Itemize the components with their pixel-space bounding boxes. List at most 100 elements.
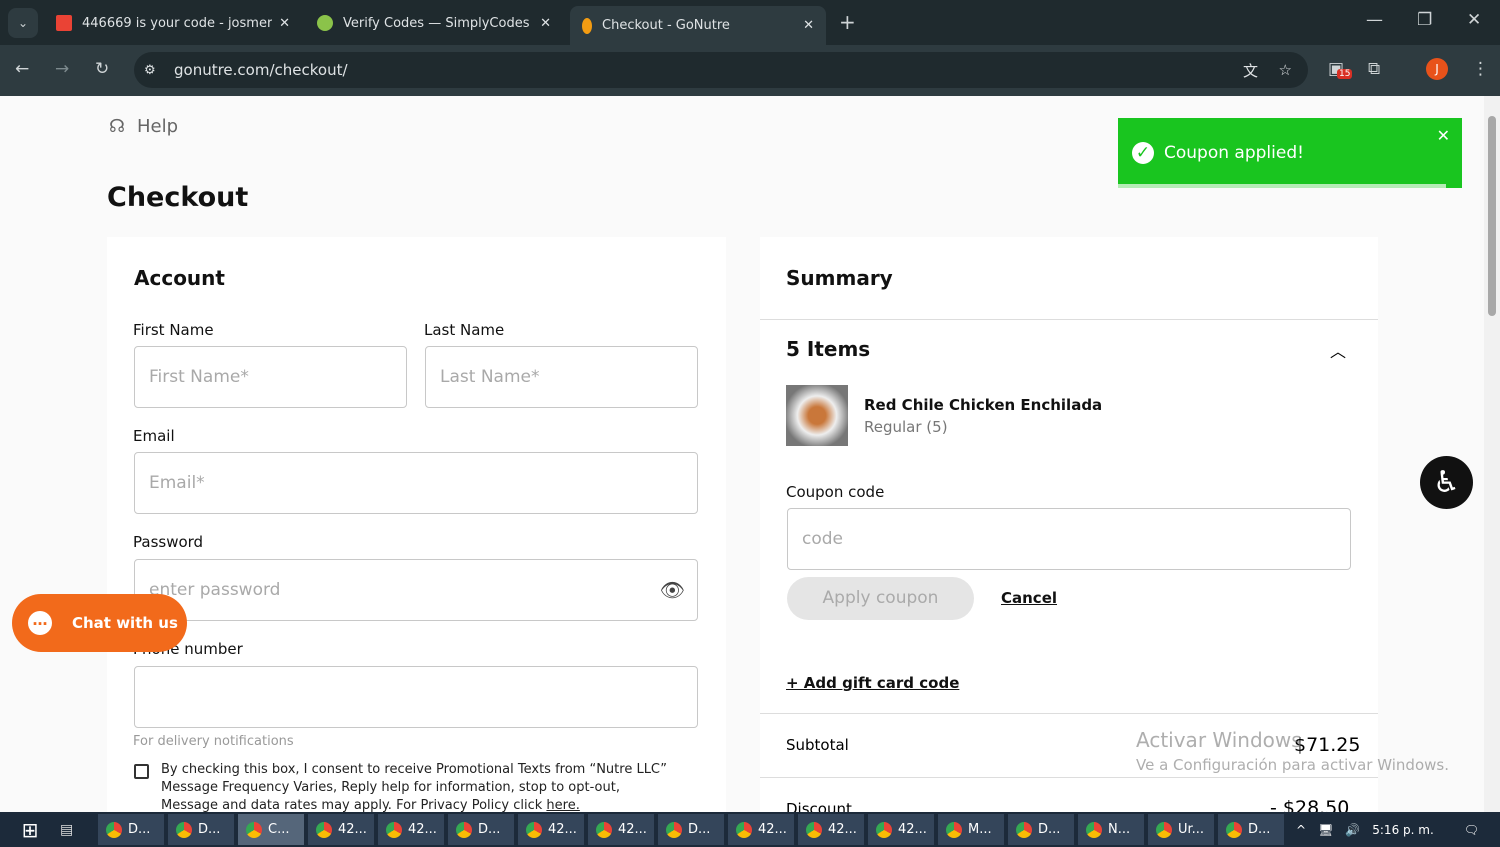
profile-avatar[interactable]: J [1426, 58, 1448, 80]
chevron-up-icon[interactable]: ︿ [1330, 338, 1346, 362]
chat-bubble-icon: … [28, 611, 52, 635]
site-info-icon[interactable]: ⚙ [144, 63, 156, 78]
taskbar-pinned-icon[interactable]: ▤ [60, 822, 98, 838]
close-tab-icon[interactable]: ✕ [803, 18, 814, 33]
page-title: Checkout [107, 182, 249, 213]
toast-progress [1118, 184, 1446, 188]
scrollbar-thumb[interactable] [1488, 116, 1496, 316]
eye-icon[interactable]: 👁 [660, 578, 685, 602]
start-button[interactable]: ⊞ [0, 818, 60, 842]
email-label: Email [133, 427, 175, 445]
app-icon [736, 821, 752, 838]
taskbar-app[interactable]: D... [658, 814, 724, 845]
help-link[interactable]: ☊ Help [109, 116, 178, 137]
taskbar-app[interactable]: D... [1218, 814, 1284, 845]
system-tray: ^ 🖥 🔊 5:16 p. m. 🗨 [1296, 823, 1479, 837]
divider [760, 777, 1378, 778]
translate-icon[interactable]: 文 [1243, 60, 1258, 81]
last-name-label: Last Name [424, 321, 505, 339]
close-toast-icon[interactable]: ✕ [1437, 126, 1450, 145]
app-icon [176, 821, 192, 838]
coupon-toast: ✓ Coupon applied! ✕ [1118, 118, 1462, 188]
new-tab-button[interactable]: + [839, 10, 856, 34]
summary-heading: Summary [786, 266, 893, 290]
taskbar-app[interactable]: 42... [868, 814, 934, 845]
tab-search-button[interactable]: ⌄ [8, 8, 38, 38]
taskbar-app[interactable]: 42... [518, 814, 584, 845]
tray-chevron-icon[interactable]: ^ [1296, 823, 1306, 837]
forward-button[interactable]: → [55, 59, 69, 79]
restore-button[interactable]: ❐ [1417, 10, 1432, 30]
taskbar-app[interactable]: 42... [728, 814, 794, 845]
divider [760, 713, 1378, 714]
bookmark-star-icon[interactable]: ☆ [1279, 61, 1292, 79]
page-scrollbar[interactable] [1484, 96, 1500, 812]
product-image [786, 385, 848, 446]
taskbar-app[interactable]: 42... [308, 814, 374, 845]
account-heading: Account [134, 266, 225, 290]
network-icon[interactable]: 🖥 [1318, 823, 1333, 837]
coupon-input[interactable]: code [787, 508, 1351, 570]
app-icon [946, 821, 962, 838]
simplycodes-icon [317, 15, 333, 31]
minimize-button[interactable]: — [1366, 10, 1383, 30]
close-tab-icon[interactable]: ✕ [279, 16, 290, 31]
app-icon [316, 821, 332, 838]
taskbar-app[interactable]: D... [448, 814, 514, 845]
last-name-input[interactable]: Last Name* [425, 346, 698, 408]
password-input[interactable]: enter password 👁 [134, 559, 698, 621]
close-window-button[interactable]: ✕ [1467, 10, 1481, 30]
taskbar-app[interactable]: Ur... [1148, 814, 1214, 845]
cancel-link[interactable]: Cancel [1001, 589, 1057, 607]
app-icon [1156, 821, 1172, 838]
menu-icon[interactable]: ⋮ [1472, 59, 1489, 79]
consent-checkbox[interactable] [134, 764, 149, 779]
headset-icon: ☊ [109, 116, 125, 137]
coupon-label: Coupon code [786, 483, 885, 501]
tab-gmail[interactable]: 446669 is your code - josmerlos ✕ [44, 6, 302, 40]
taskbar-app[interactable]: 42... [588, 814, 654, 845]
taskbar-app[interactable]: D... [1008, 814, 1074, 845]
consent-text: By checking this box, I consent to recei… [161, 762, 667, 813]
tab-bar: ⌄ 446669 is your code - josmerlos ✕ Verif… [0, 0, 1500, 45]
app-icon [106, 821, 122, 838]
clock[interactable]: 5:16 p. m. [1372, 823, 1434, 837]
phone-input[interactable] [134, 666, 698, 728]
taskbar-app[interactable]: D... [98, 814, 164, 845]
app-icon [526, 821, 542, 838]
windows-watermark: Activar Windows [1136, 728, 1302, 752]
privacy-policy-link[interactable]: here. [546, 798, 579, 813]
chat-button[interactable]: … Chat with us [12, 594, 187, 652]
subtotal-label: Subtotal [786, 736, 849, 754]
back-button[interactable]: ← [15, 59, 29, 79]
check-circle-icon: ✓ [1132, 142, 1154, 164]
app-icon [1086, 821, 1102, 838]
accessibility-button[interactable]: ♿ [1420, 456, 1473, 509]
taskbar-app[interactable]: 42... [378, 814, 444, 845]
reload-button[interactable]: ↻ [95, 59, 109, 79]
volume-icon[interactable]: 🔊 [1345, 823, 1360, 837]
app-icon [386, 821, 402, 838]
tab-simplycodes[interactable]: Verify Codes — SimplyCodes ✕ [305, 6, 563, 40]
extensions-puzzle-icon[interactable]: ⧉ [1368, 59, 1380, 79]
add-gift-card-link[interactable]: + Add gift card code [786, 674, 959, 692]
taskbar-app[interactable]: M... [938, 814, 1004, 845]
items-count[interactable]: 5 Items [786, 337, 870, 361]
app-icon [596, 821, 612, 838]
apply-coupon-button[interactable]: Apply coupon [787, 577, 974, 620]
gmail-icon [56, 15, 72, 31]
taskbar-app[interactable]: D... [168, 814, 234, 845]
email-input[interactable]: Email* [134, 452, 698, 514]
notifications-icon[interactable]: 🗨 [1464, 823, 1479, 837]
address-bar[interactable]: ⚙ gonutre.com/checkout/ 文 ☆ [134, 52, 1308, 88]
browser-toolbar: ← → ↻ ⚙ gonutre.com/checkout/ 文 ☆ ▣ 15 ⧉ … [0, 45, 1500, 96]
app-icon [876, 821, 892, 838]
close-tab-icon[interactable]: ✕ [540, 16, 551, 31]
taskbar-app[interactable]: N... [1078, 814, 1144, 845]
item-variant: Regular (5) [864, 418, 948, 436]
extension-icon[interactable]: ▣ 15 [1328, 59, 1353, 79]
taskbar-app[interactable]: C... [238, 814, 304, 845]
tab-gonutre[interactable]: Checkout - GoNutre ✕ [570, 6, 826, 45]
taskbar-app[interactable]: 42... [798, 814, 864, 845]
first-name-input[interactable]: First Name* [134, 346, 407, 408]
